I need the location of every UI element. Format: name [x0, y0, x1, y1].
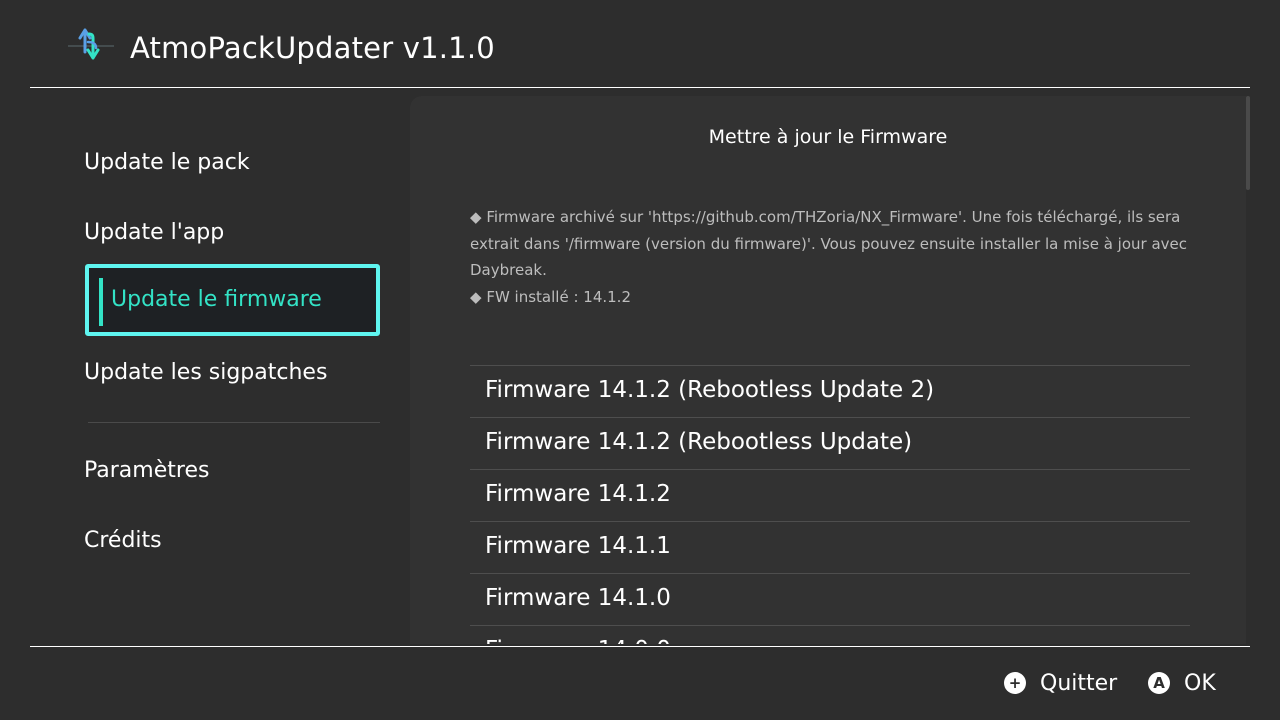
sidebar-item-label: Update le pack — [84, 150, 250, 175]
list-item[interactable]: Firmware 14.1.2 (Rebootless Update) — [470, 417, 1190, 469]
app-logo-icon — [68, 28, 114, 60]
sidebar-item-label: Crédits — [84, 528, 162, 553]
list-item[interactable]: Firmware 14.0.0 — [470, 625, 1190, 644]
sidebar-item-settings[interactable]: Paramètres — [84, 436, 384, 506]
sidebar: Update le pack Update l'app Update le fi… — [30, 96, 410, 646]
scrollbar[interactable] — [1246, 96, 1250, 190]
sidebar-item-update-app[interactable]: Update l'app — [84, 198, 384, 268]
app-window: AtmoPackUpdater v1.1.0 Update le pack Up… — [0, 0, 1280, 720]
info-box: ◆ Firmware archivé sur 'https://github.c… — [470, 204, 1190, 310]
list-item[interactable]: Firmware 14.1.2 (Rebootless Update 2) — [470, 365, 1190, 417]
sidebar-item-label: Update les sigpatches — [84, 360, 328, 385]
sidebar-item-label: Update le firmware — [111, 287, 322, 312]
sidebar-item-update-pack[interactable]: Update le pack — [84, 128, 384, 198]
list-item[interactable]: Firmware 14.1.2 — [470, 469, 1190, 521]
info-description: ◆ Firmware archivé sur 'https://github.c… — [470, 204, 1190, 284]
header: AtmoPackUpdater v1.1.0 — [0, 0, 1280, 88]
sidebar-item-label: Paramètres — [84, 458, 210, 483]
sidebar-item-update-firmware[interactable]: Update le firmware — [85, 264, 380, 336]
sidebar-item-credits[interactable]: Crédits — [84, 506, 384, 576]
selection-indicator — [99, 278, 103, 326]
firmware-list: Firmware 14.1.2 (Rebootless Update 2) Fi… — [470, 365, 1190, 644]
list-item[interactable]: Firmware 14.1.0 — [470, 573, 1190, 625]
bullet-diamond-icon: ◆ — [470, 287, 482, 306]
content-title: Mettre à jour le Firmware — [708, 126, 948, 148]
ok-button[interactable]: A OK — [1148, 666, 1216, 700]
sidebar-separator — [88, 422, 380, 423]
app-title: AtmoPackUpdater v1.1.0 — [130, 31, 495, 65]
info-text: Firmware archivé sur 'https://github.com… — [470, 208, 1187, 279]
quit-label: Quitter — [1040, 670, 1118, 696]
list-item[interactable]: Firmware 14.1.1 — [470, 521, 1190, 573]
quit-button[interactable]: + Quitter — [1004, 666, 1117, 700]
plus-button-icon: + — [1004, 672, 1026, 694]
content-panel: Mettre à jour le Firmware ◆ Firmware arc… — [410, 96, 1246, 644]
sidebar-item-update-sigpatches[interactable]: Update les sigpatches — [84, 338, 384, 408]
bullet-diamond-icon: ◆ — [470, 208, 482, 226]
footer-divider — [30, 646, 1250, 647]
header-divider — [30, 87, 1250, 88]
ok-label: OK — [1184, 670, 1216, 696]
a-button-icon: A — [1148, 672, 1170, 694]
installed-firmware: ◆ FW installé : 14.1.2 — [470, 284, 1190, 311]
sidebar-item-label: Update l'app — [84, 220, 225, 245]
installed-firmware-text: FW installé : 14.1.2 — [486, 287, 631, 306]
